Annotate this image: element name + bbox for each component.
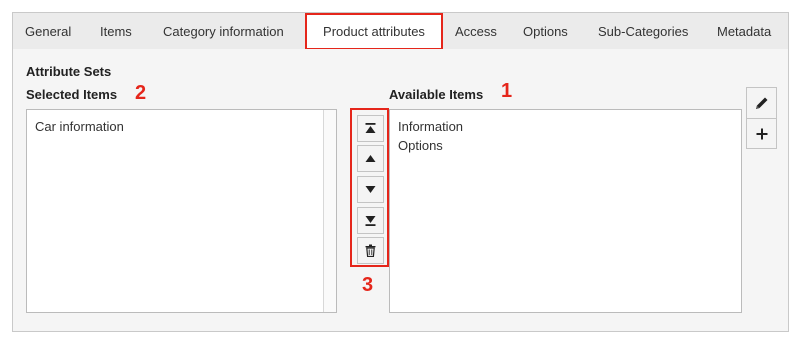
tab-bar: General Items Category information Produ… [12,12,789,50]
pencil-icon [756,97,768,109]
list-item[interactable]: Car information [27,117,336,136]
move-to-top-button[interactable] [357,115,384,142]
tab-metadata[interactable]: Metadata [717,13,771,50]
tab-items[interactable]: Items [100,13,132,50]
move-up-icon [365,155,376,162]
tab-sub-categories[interactable]: Sub-Categories [598,13,688,50]
callout-number: 2 [135,82,147,104]
selected-items-list[interactable]: Car information [26,109,337,313]
scrollbar[interactable] [323,110,336,312]
available-items-label: Available Items [389,87,484,102]
move-up-button[interactable] [357,145,384,172]
move-down-icon [365,186,376,193]
callout-number: 1 [501,80,513,102]
tab-product-attributes[interactable]: Product attributes [305,13,443,50]
wizard-buttons [746,87,777,149]
move-to-bottom-icon [365,216,376,226]
add-button[interactable] [747,119,776,149]
plus-icon [756,128,768,140]
callout-number: 3 [362,274,374,296]
tab-options[interactable]: Options [523,13,568,50]
tab-general[interactable]: General [25,13,71,50]
edit-button[interactable] [747,88,776,118]
move-buttons-group [350,108,389,267]
move-down-button[interactable] [357,176,384,203]
tab-category-information[interactable]: Category information [163,13,284,50]
tab-access[interactable]: Access [455,13,497,50]
move-to-top-icon [365,123,376,133]
list-item[interactable]: Information [390,117,741,136]
list-item[interactable]: Options [390,136,741,155]
content-element-editor: General Items Category information Produ… [0,0,803,337]
trash-icon [365,244,376,257]
remove-button[interactable] [357,237,384,264]
tab-panel: Attribute Sets Selected Items 2 Availabl… [12,49,789,332]
selected-items-label: Selected Items [26,87,118,102]
field-title: Attribute Sets [26,64,112,79]
available-items-list[interactable]: Information Options [389,109,742,313]
move-to-bottom-button[interactable] [357,207,384,234]
